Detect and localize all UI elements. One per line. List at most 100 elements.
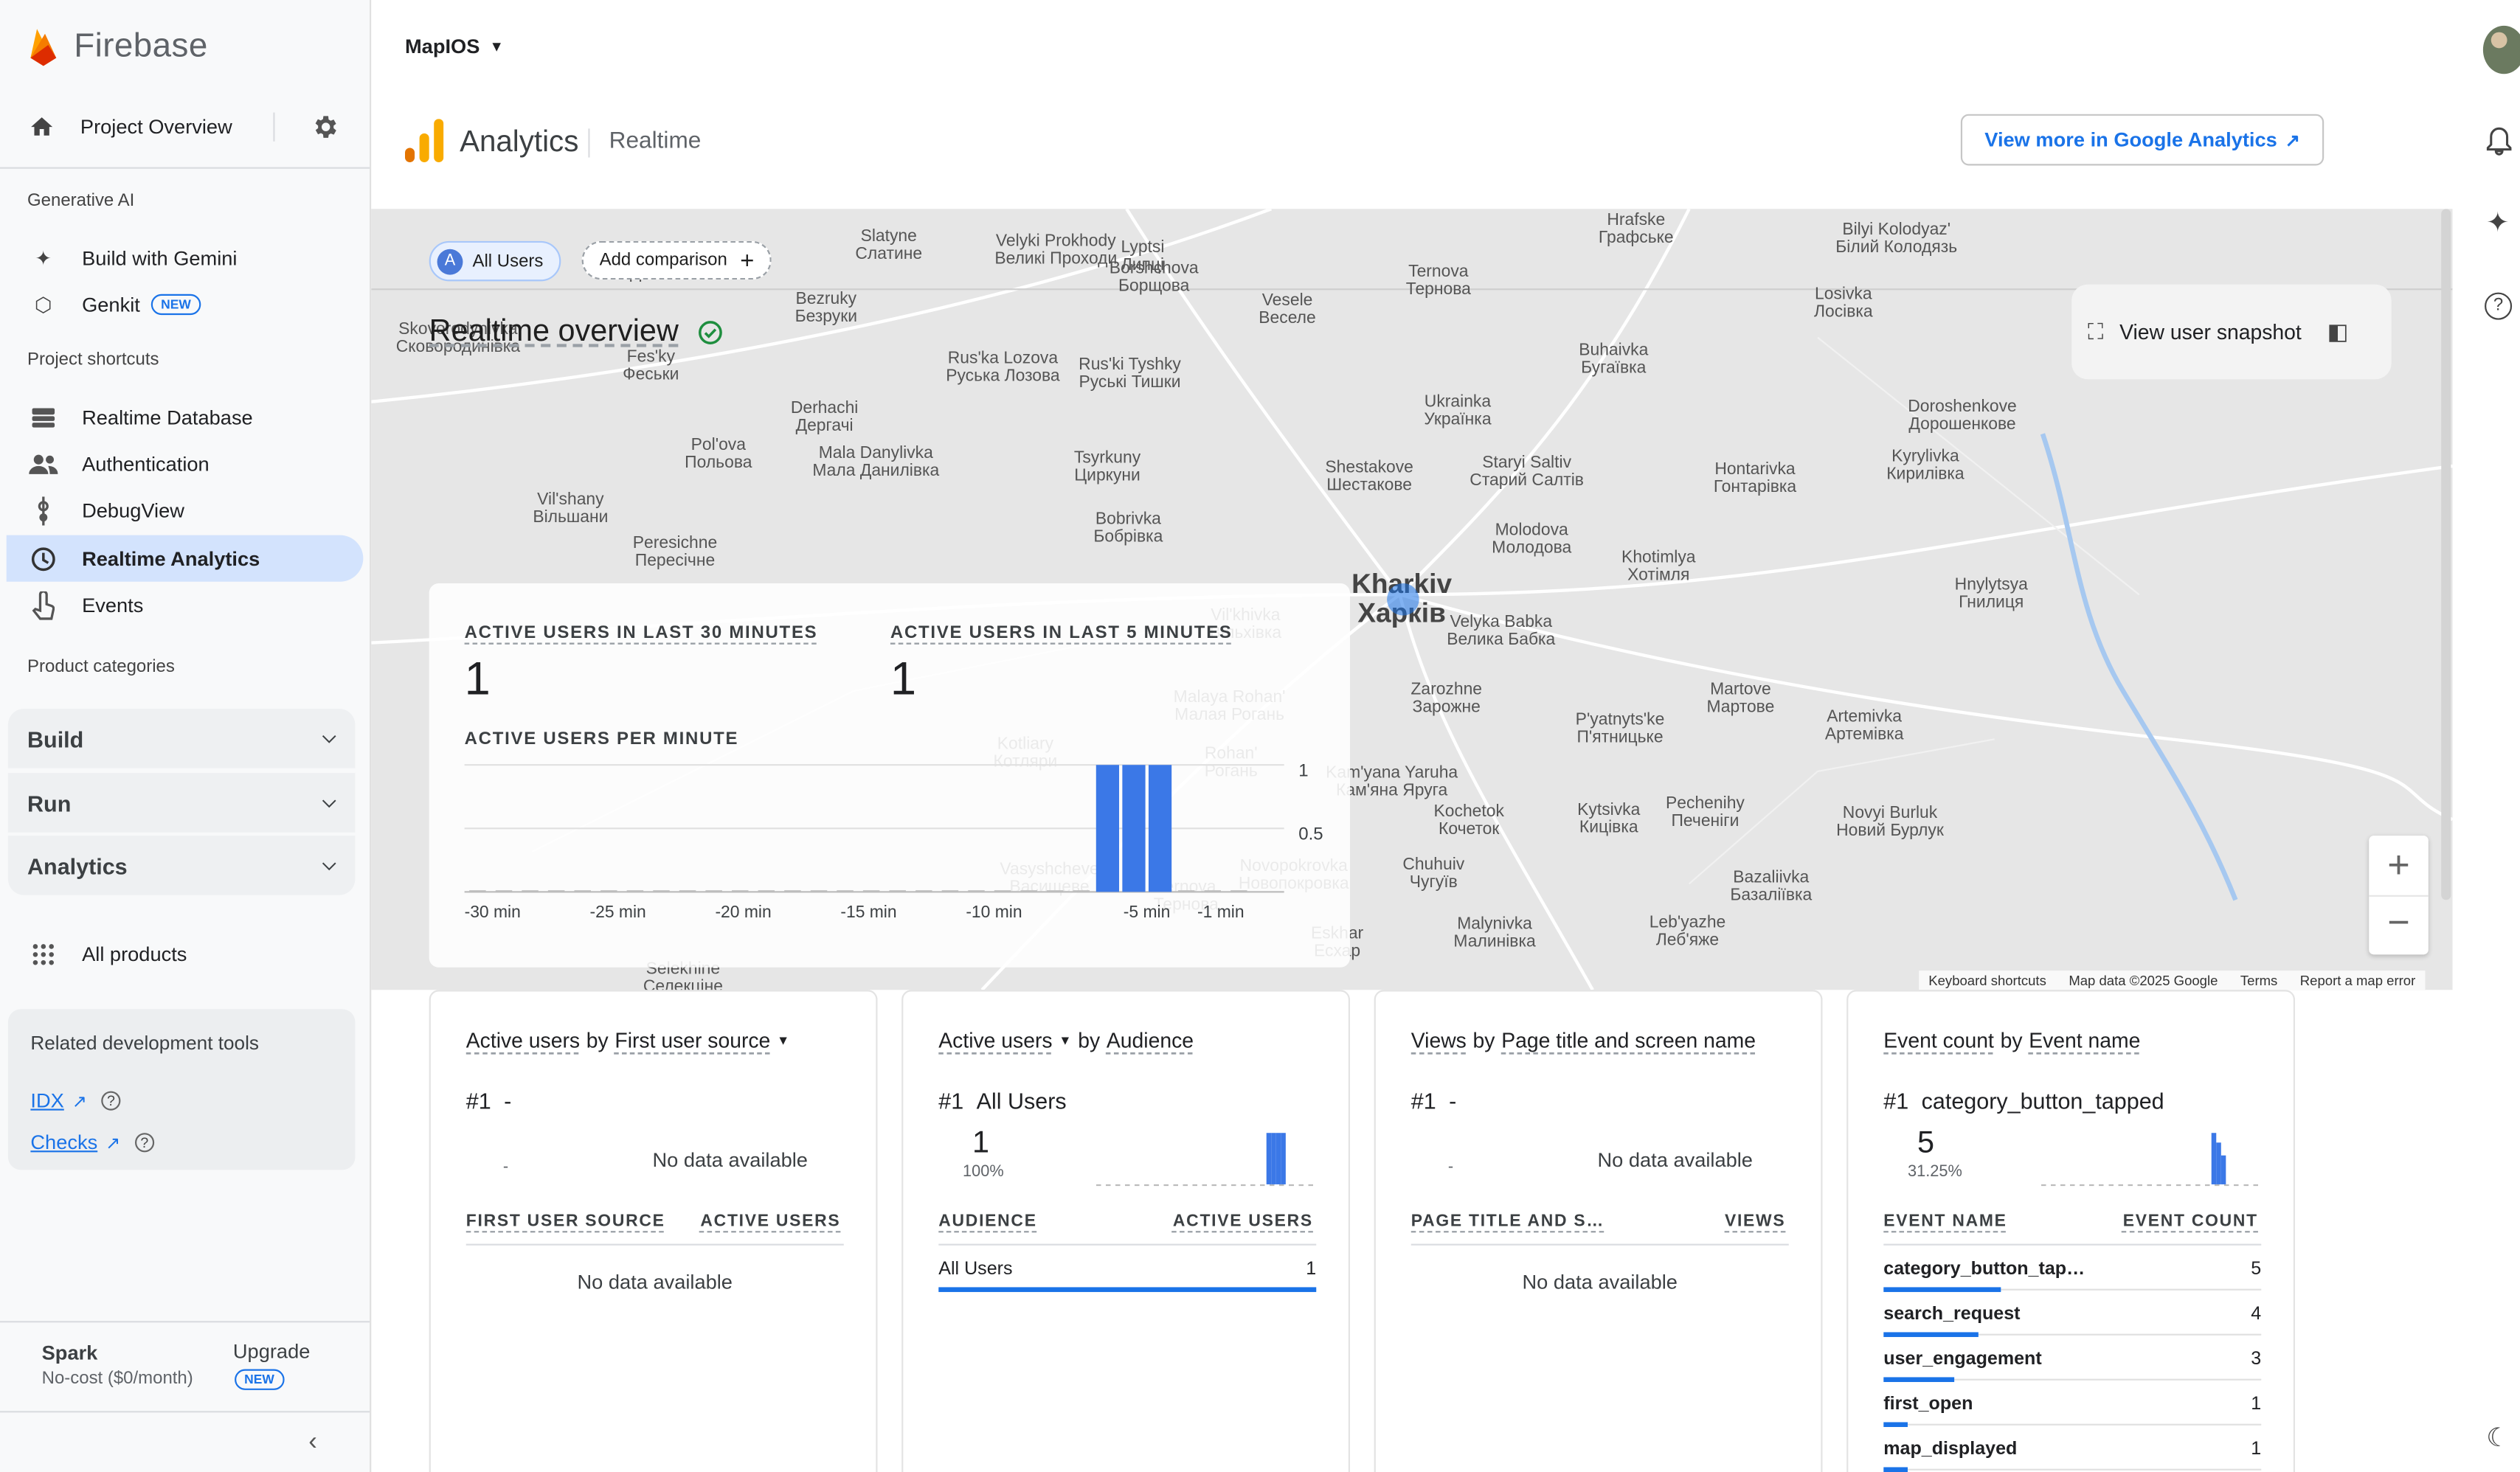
table-row[interactable]: user_engagement 3 — [1883, 1337, 2261, 1382]
gemini-sparkle-icon[interactable]: ✦ — [2486, 207, 2509, 240]
sidebar-item-label: Genkit — [82, 293, 140, 316]
metric-card: Views by Page title and screen name #1 -… — [1374, 990, 1823, 1472]
chart-bar — [547, 890, 565, 892]
map-place-label: Pol'ova Польова — [685, 437, 752, 473]
keyboard-shortcuts-link[interactable]: Keyboard shortcuts — [1928, 972, 2046, 988]
metric-selector[interactable]: Event count — [1883, 1029, 1994, 1053]
related-tools-label: Related development tools — [30, 1031, 259, 1055]
zoom-in-button[interactable]: + — [2369, 836, 2429, 895]
checks-link[interactable]: Checks — [30, 1131, 97, 1154]
project-selector[interactable]: MapIOS ▼ — [405, 35, 504, 58]
chart-bar[interactable] — [1148, 765, 1172, 892]
category-run[interactable]: Run ⌵ — [7, 773, 356, 833]
table-row[interactable]: map_displayed 1 — [1883, 1427, 2261, 1472]
sidebar-item-authentication[interactable]: Authentication — [7, 440, 364, 487]
column-header[interactable]: AUDIENCE — [938, 1212, 1036, 1231]
place-name-local: Хотімля — [1627, 566, 1690, 586]
database-icon — [29, 403, 58, 431]
avatar[interactable] — [2482, 25, 2520, 74]
upgrade-button[interactable]: Upgrade — [233, 1340, 310, 1363]
column-header[interactable]: ACTIVE USERS — [1173, 1212, 1313, 1231]
metric-selector[interactable]: Views — [1411, 1029, 1467, 1053]
help-icon[interactable]: ? — [101, 1091, 121, 1111]
top-item-value: 5 — [1917, 1126, 1935, 1161]
row-name: map_displayed — [1883, 1440, 2018, 1459]
sparkline-bar — [2220, 1155, 2226, 1184]
sidebar-item-realtime-analytics[interactable]: Realtime Analytics — [6, 535, 364, 582]
sidebar-item-events[interactable]: Events — [7, 582, 364, 628]
column-header[interactable]: VIEWS — [1725, 1212, 1785, 1231]
gear-icon[interactable] — [310, 113, 339, 142]
top-item-percent: 31.25% — [1907, 1163, 1962, 1181]
user-location-dot[interactable] — [1387, 583, 1419, 616]
view-user-snapshot-button[interactable]: ⛶ View user snapshot ◧ — [2071, 284, 2392, 380]
terms-link[interactable]: Terms — [2240, 972, 2277, 988]
column-header[interactable]: EVENT COUNT — [2123, 1212, 2258, 1231]
map-place-label: Slatyne Слатине — [855, 227, 922, 263]
table-row[interactable]: search_request 4 — [1883, 1292, 2261, 1337]
view-snapshot-label: View user snapshot — [2119, 319, 2302, 344]
column-header[interactable]: PAGE TITLE AND S… — [1411, 1212, 1605, 1231]
report-map-error-link[interactable]: Report a map error — [2300, 972, 2415, 988]
sidebar-item-realtime-database[interactable]: Realtime Database — [7, 394, 364, 440]
place-name: Lyptsi — [1121, 237, 1165, 257]
map-place-label: Pechenihy Печеніги — [1666, 795, 1745, 831]
top-item-name: category_button_tapped — [1921, 1088, 2164, 1114]
divider — [0, 1321, 370, 1323]
chart-bar[interactable] — [1122, 765, 1146, 892]
place-name-local: Мартове — [1706, 697, 1775, 717]
dimension-selector[interactable]: First user source — [615, 1029, 770, 1053]
map-data-attribution: Map data ©2025 Google — [2069, 972, 2218, 989]
sidebar-item-build-with-gemini[interactable]: ✦ Build with Gemini — [7, 235, 364, 281]
chart-bar — [968, 890, 985, 892]
chart-bar — [1177, 890, 1195, 892]
column-header[interactable]: FIRST USER SOURCE — [466, 1212, 665, 1231]
all-users-chip[interactable]: A All Users — [429, 240, 561, 282]
divider — [0, 167, 370, 169]
realtime-overview-heading: Realtime overview — [429, 315, 724, 350]
table-row[interactable]: category_button_tap… 5 — [1883, 1247, 2261, 1292]
dark-mode-icon[interactable]: ☾ — [2486, 1422, 2509, 1454]
row-value: 4 — [2251, 1305, 2262, 1325]
place-name-local: П'ятницьке — [1576, 728, 1664, 748]
dimension-selector[interactable]: Page title and screen name — [1501, 1029, 1756, 1053]
rank-label: #1 — [465, 1088, 491, 1114]
add-comparison-button[interactable]: Add comparison + — [581, 240, 772, 280]
table-row[interactable]: All Users 1 — [938, 1247, 1316, 1292]
sidebar-item-label: Realtime Database — [82, 406, 253, 428]
top-item-name: All Users — [976, 1088, 1067, 1114]
column-header[interactable]: ACTIVE USERS — [700, 1212, 840, 1231]
dimension-selector[interactable]: Audience — [1107, 1029, 1194, 1053]
metric-selector[interactable]: Active users — [466, 1029, 580, 1053]
view-more-in-google-analytics-button[interactable]: View more in Google Analytics ↗ — [1960, 114, 2325, 166]
bell-icon[interactable] — [2486, 127, 2512, 156]
category-label: Run — [27, 789, 72, 816]
sidebar-item-debugview[interactable]: DebugView — [7, 487, 364, 533]
sparkline-bar — [2211, 1133, 2216, 1184]
map-place-label: Leb'yazhe Леб'яже — [1650, 914, 1726, 950]
project-overview-link[interactable]: Project Overview — [29, 109, 342, 145]
map-scrollbar[interactable] — [2441, 209, 2451, 900]
sidebar-item-genkit[interactable]: ⬡ Genkit NEW — [7, 281, 364, 327]
map-place-label: Khotimlya Хотімля — [1621, 549, 1695, 585]
category-build[interactable]: Build ⌵ — [7, 708, 356, 768]
row-name: category_button_tap… — [1883, 1260, 2085, 1280]
help-icon[interactable]: ? — [2485, 292, 2513, 320]
place-name-local: Чугуїв — [1409, 872, 1458, 892]
table-row[interactable]: first_open 1 — [1883, 1382, 2261, 1427]
column-header[interactable]: EVENT NAME — [1883, 1212, 2007, 1231]
collapse-sidebar-icon[interactable]: ‹ — [308, 1428, 317, 1457]
category-analytics[interactable]: Analytics ⌵ — [7, 836, 356, 895]
map-place-label: Shestakove Шестакове — [1325, 459, 1413, 495]
zoom-out-button[interactable]: − — [2369, 895, 2429, 955]
metric-selector[interactable]: Active users — [938, 1029, 1052, 1053]
dimension-selector[interactable]: Event name — [2029, 1029, 2140, 1053]
all-products-link[interactable]: All products — [7, 931, 364, 977]
chart-bar[interactable] — [1095, 765, 1120, 892]
idx-link[interactable]: IDX — [30, 1089, 63, 1112]
check-circle-icon — [699, 321, 723, 344]
place-name-local: Новий Бурлук — [1836, 821, 1944, 841]
row-name: user_engagement — [1883, 1350, 2042, 1369]
help-icon[interactable]: ? — [134, 1133, 154, 1153]
firebase-logo[interactable]: Firebase — [26, 26, 208, 68]
